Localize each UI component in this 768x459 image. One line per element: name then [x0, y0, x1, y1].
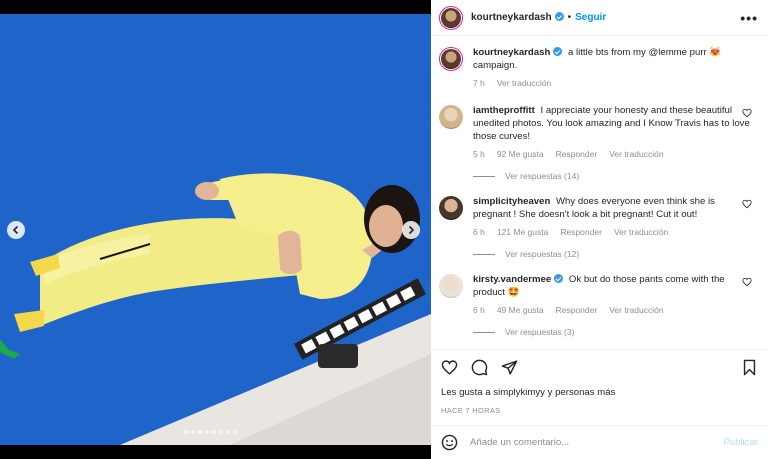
more-options-icon[interactable]: ••• [740, 10, 758, 26]
comment-avatar[interactable] [439, 196, 463, 220]
translate-button[interactable]: Ver traducción [609, 149, 663, 159]
add-comment-bar: Añade un comentario... Publicar [431, 425, 768, 459]
verified-badge-icon [554, 12, 564, 21]
caption-username[interactable]: kourtneykardash [473, 47, 563, 58]
carousel-dot [191, 430, 195, 434]
media-area [0, 0, 431, 459]
carousel-prev-button[interactable] [7, 221, 25, 239]
author-username[interactable]: kourtneykardash [471, 12, 564, 23]
reply-button[interactable]: Responder [556, 149, 598, 159]
emoji-icon[interactable] [441, 434, 458, 451]
bookmark-icon[interactable] [741, 359, 758, 376]
follow-button[interactable]: Seguir [575, 12, 606, 23]
heart-icon[interactable] [742, 199, 752, 209]
comment-avatar[interactable] [439, 274, 463, 298]
comment-time[interactable]: 6 h [473, 305, 485, 315]
comment-username[interactable]: kirsty.vandermee [473, 274, 564, 285]
carousel-dot [233, 430, 237, 434]
verified-badge-icon [553, 47, 563, 56]
carousel-indicator [184, 430, 237, 434]
view-replies-button[interactable]: Ver respuestas (14) [473, 171, 760, 181]
carousel-next-button[interactable] [402, 221, 420, 239]
post-side-panel: kourtneykardash • Seguir ••• kourtneykar… [431, 0, 768, 459]
action-bar [431, 349, 768, 385]
comment-likes[interactable]: 49 Me gusta [497, 305, 544, 315]
photo-illustration [0, 14, 431, 445]
comment-username[interactable]: simplicityheaven [473, 196, 550, 207]
comment-item: simplicityheaven Why does everyone even … [439, 195, 760, 259]
share-icon[interactable] [501, 359, 518, 376]
author-avatar[interactable] [439, 5, 463, 30]
comment-likes[interactable]: 121 Me gusta [497, 227, 549, 237]
view-replies-button[interactable]: Ver respuestas (12) [473, 249, 760, 259]
caption-meta: 7 h Ver traducción [473, 78, 752, 88]
caption-time[interactable]: 7 h [473, 78, 485, 88]
comment-item: iamtheproffitt I appreciate your honesty… [439, 104, 760, 181]
verified-badge-icon [554, 274, 564, 283]
chevron-right-icon [408, 225, 415, 235]
comment-meta: 6 h 121 Me gusta Responder Ver traducció… [473, 227, 752, 237]
comment-avatar[interactable] [439, 105, 463, 129]
carousel-dot [205, 430, 209, 434]
caption: kourtneykardash a little bts from my @le… [439, 46, 760, 88]
post-header: kourtneykardash • Seguir ••• [431, 0, 768, 36]
comment-username[interactable]: iamtheproffitt [473, 105, 535, 116]
translate-button[interactable]: Ver traducción [609, 305, 663, 315]
publish-button[interactable]: Publicar [723, 437, 758, 448]
heart-icon[interactable] [742, 108, 752, 118]
comment-item: kirsty.vandermee Ok but do those pants c… [439, 273, 760, 337]
comment-meta: 5 h 92 Me gusta Responder Ver traducción [473, 149, 752, 159]
carousel-dot [219, 430, 223, 434]
likes-summary[interactable]: Les gusta a simplykimyy y personas más [431, 387, 768, 398]
view-replies-label: Ver respuestas (12) [505, 249, 580, 259]
carousel-dot [212, 430, 216, 434]
carousel-dot [226, 430, 230, 434]
caption-translate[interactable]: Ver traducción [497, 78, 551, 88]
chevron-left-icon [12, 225, 19, 235]
view-replies-label: Ver respuestas (3) [505, 327, 575, 337]
comment-meta: 6 h 49 Me gusta Responder Ver traducción [473, 305, 752, 315]
carousel-dot [198, 430, 202, 434]
comment-icon[interactable] [471, 359, 488, 376]
reply-button[interactable]: Responder [560, 227, 602, 237]
reply-button[interactable]: Responder [556, 305, 598, 315]
heart-icon[interactable] [742, 277, 752, 287]
comment-likes[interactable]: 92 Me gusta [497, 149, 544, 159]
carousel-dot [184, 430, 188, 434]
comment-input[interactable]: Añade un comentario... [470, 437, 569, 448]
post-photo[interactable] [0, 14, 431, 445]
heart-icon[interactable] [441, 359, 458, 376]
view-replies-button[interactable]: Ver respuestas (3) [473, 327, 760, 337]
comments-list: kourtneykardash a little bts from my @le… [431, 36, 768, 349]
comment-time[interactable]: 6 h [473, 227, 485, 237]
caption-avatar[interactable] [439, 47, 463, 71]
post-container: kourtneykardash • Seguir ••• kourtneykar… [0, 0, 768, 459]
post-timestamp[interactable]: HACE 7 HORAS [431, 406, 768, 415]
translate-button[interactable]: Ver traducción [614, 227, 668, 237]
view-replies-label: Ver respuestas (14) [505, 171, 580, 181]
comment-time[interactable]: 5 h [473, 149, 485, 159]
header-separator: • [567, 12, 572, 23]
